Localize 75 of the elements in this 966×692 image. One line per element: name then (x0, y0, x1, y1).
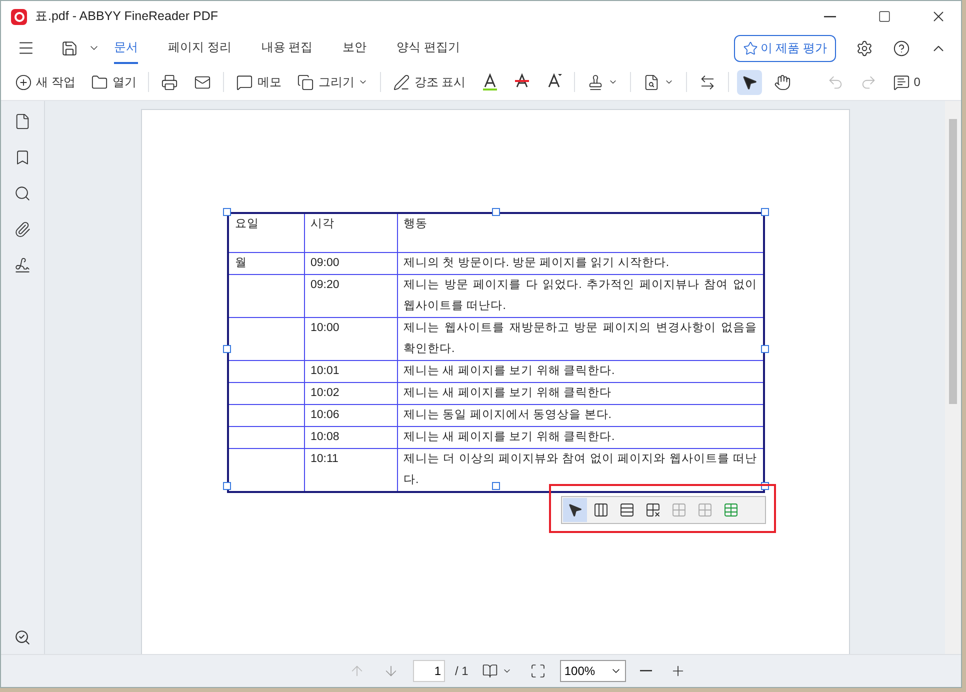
minimize-icon (824, 16, 836, 18)
table-header-cell: 시각 (304, 213, 397, 252)
page-layout-icon (482, 663, 498, 679)
pointer-icon (567, 502, 583, 518)
scrollbar[interactable] (945, 101, 961, 654)
table-cell: 10:08 (304, 426, 397, 448)
mail-icon (194, 74, 212, 90)
menu-tab[interactable]: 페이지 정리 (168, 32, 232, 64)
menu-tab[interactable]: 문서 (114, 32, 138, 64)
page-number-field[interactable]: 1 (413, 660, 445, 682)
table-tool-button[interactable] (563, 498, 587, 522)
table-cell: 10:02 (304, 382, 397, 404)
table-cell: 09:20 (304, 274, 397, 318)
highlight-button[interactable]: 강조 표시 (389, 70, 470, 94)
rate-product-button[interactable]: 이 제품 평가 (734, 34, 836, 62)
hand-icon (774, 74, 791, 90)
stamp-icon (586, 74, 604, 90)
comments-button[interactable]: 0 (888, 70, 924, 94)
arrows-icon (698, 74, 716, 90)
paperclip-icon (14, 221, 31, 238)
maximize-icon (878, 10, 890, 23)
menu-tab[interactable]: 보안 (342, 32, 367, 64)
shapes-icon (297, 74, 314, 90)
underline-text-icon (482, 73, 498, 91)
table-icon (723, 502, 739, 518)
redo-icon (860, 74, 877, 90)
selection-handle[interactable] (492, 482, 500, 490)
pointer-icon (740, 74, 758, 90)
undo-icon (826, 74, 844, 90)
grid-icon (697, 502, 713, 518)
app-logo-icon (11, 8, 27, 24)
table-cell: 10:01 (304, 360, 397, 382)
table-cell: 09:00 (304, 252, 397, 274)
table-cell: 10:00 (304, 318, 397, 360)
minus-icon (640, 670, 652, 672)
help-icon (893, 40, 910, 56)
new-task-button[interactable]: 새 작업 (11, 70, 80, 94)
open-button[interactable]: 열기 (87, 70, 140, 94)
save-icon (61, 40, 78, 56)
plus-circle-icon (15, 74, 32, 90)
selection-handle[interactable] (761, 208, 769, 216)
selection-handle[interactable] (492, 208, 500, 216)
grid-icon (671, 502, 687, 518)
window-title: 표.pdf - ABBYY FineReader PDF (35, 8, 219, 25)
printer-icon (161, 74, 178, 90)
signature-icon (14, 257, 31, 274)
memo-button[interactable]: 메모 (232, 70, 286, 94)
selection-handle[interactable] (761, 345, 769, 353)
settings-icon (856, 40, 873, 56)
selection-handle[interactable] (223, 345, 231, 353)
selection-handle[interactable] (223, 208, 231, 216)
select-tool-button[interactable] (736, 70, 762, 94)
menu-icon (17, 39, 35, 57)
delete-grid-icon (645, 502, 661, 518)
page-total: / 1 (455, 664, 468, 678)
note-icon (236, 74, 254, 90)
table-cell: 월 (228, 252, 304, 274)
page-icon (14, 113, 31, 130)
comment-icon (892, 74, 910, 90)
file-search-icon (642, 74, 660, 90)
menu-tab[interactable]: 양식 편집기 (396, 32, 460, 64)
table-cell: 10:06 (304, 404, 397, 426)
pen-icon (393, 74, 410, 90)
search-icon (14, 185, 31, 202)
star-icon (743, 40, 758, 56)
zoom-select[interactable]: 100% (560, 660, 626, 682)
draw-button[interactable]: 그리기 (293, 70, 372, 94)
rows-icon (619, 502, 635, 518)
columns-icon (593, 502, 609, 518)
fullscreen-icon (530, 663, 546, 679)
search-check-icon (14, 629, 31, 646)
menu-tab[interactable]: 내용 편집 (261, 32, 313, 64)
folder-icon (91, 74, 108, 90)
selection-handle[interactable] (223, 482, 231, 490)
bookmark-icon (14, 149, 31, 166)
